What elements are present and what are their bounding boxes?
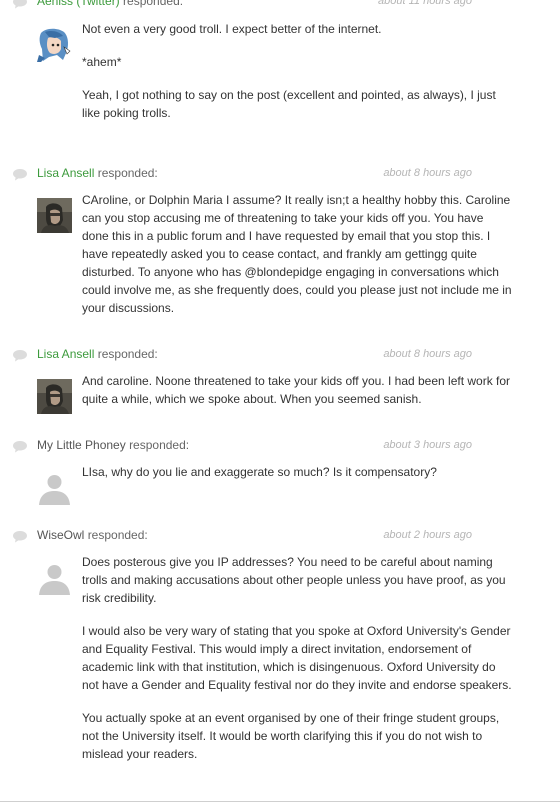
speech-bubble-icon xyxy=(12,530,28,543)
speech-bubble-icon xyxy=(12,440,28,453)
responded-label: responded: xyxy=(87,528,148,542)
photo-avatar[interactable] xyxy=(37,379,72,414)
speech-bubble-icon xyxy=(12,349,28,362)
comment-paragraph: CAroline, or Dolphin Maria I assume? It … xyxy=(82,193,512,315)
author-name-link[interactable]: Aeniss (Twitter) xyxy=(37,0,120,8)
author-line: Lisa Ansell responded: xyxy=(37,347,158,362)
responded-label: responded: xyxy=(123,0,184,8)
comment-body: LIsa, why do you lie and exaggerate so m… xyxy=(82,463,512,481)
author-line: Aeniss (Twitter) responded: xyxy=(37,0,183,9)
author-line: My Little Phoney responded: xyxy=(37,438,189,453)
comment-paragraph: I would also be very wary of stating tha… xyxy=(82,624,512,692)
comment-timestamp[interactable]: about 8 hours ago xyxy=(383,166,472,181)
speech-bubble-icon xyxy=(12,0,28,9)
comment-header: My Little Phoney responded: about 3 hours… xyxy=(0,438,520,454)
comment-body: And caroline. Noone threatened to take y… xyxy=(82,372,512,408)
default-avatar[interactable] xyxy=(37,470,72,505)
photo-avatar[interactable] xyxy=(37,198,72,233)
responded-label: responded: xyxy=(129,438,190,452)
responded-label: responded: xyxy=(97,166,158,180)
comment-paragraph: You actually spoke at an event organised… xyxy=(82,711,500,761)
comment-header: Lisa Ansell responded: about 8 hours ago xyxy=(0,166,520,182)
comment-paragraph: Not even a very good troll. I expect bet… xyxy=(82,22,382,36)
author-name-link[interactable]: Lisa Ansell xyxy=(37,347,94,361)
comment-timestamp[interactable]: about 3 hours ago xyxy=(383,438,472,453)
author-name-link[interactable]: Lisa Ansell xyxy=(37,166,94,180)
comment-paragraph: LIsa, why do you lie and exaggerate so m… xyxy=(82,465,437,479)
author-name: My Little Phoney xyxy=(37,438,126,452)
comment-header: Lisa Ansell responded: about 8 hours ago xyxy=(0,347,520,363)
comment-body: Does posterous give you IP addresses? Yo… xyxy=(82,553,512,763)
author-line: WiseOwl responded: xyxy=(37,528,148,543)
default-avatar[interactable] xyxy=(37,560,72,595)
anime-avatar[interactable] xyxy=(37,27,72,62)
comment-timestamp[interactable]: about 8 hours ago xyxy=(383,347,472,362)
comment-paragraph: And caroline. Noone threatened to take y… xyxy=(82,374,511,406)
comment-header: Aeniss (Twitter) responded: about 11 hour… xyxy=(0,0,520,10)
comment-header: WiseOwl responded: about 2 hours ago xyxy=(0,528,520,544)
author-line: Lisa Ansell responded: xyxy=(37,166,158,181)
comment-body: Not even a very good troll. I expect bet… xyxy=(82,20,512,122)
comment-timestamp[interactable]: about 11 hours ago xyxy=(378,0,472,9)
author-name: WiseOwl xyxy=(37,528,85,542)
speech-bubble-icon xyxy=(12,168,28,181)
comment-paragraph: Does posterous give you IP addresses? Yo… xyxy=(82,555,506,605)
divider xyxy=(0,801,560,802)
comment-paragraph: Yeah, I got nothing to say on the post (… xyxy=(82,88,496,120)
comment-body: CAroline, or Dolphin Maria I assume? It … xyxy=(82,191,512,317)
responded-label: responded: xyxy=(97,347,158,361)
comment-timestamp[interactable]: about 2 hours ago xyxy=(383,528,472,543)
comment-paragraph: *ahem* xyxy=(82,55,122,69)
